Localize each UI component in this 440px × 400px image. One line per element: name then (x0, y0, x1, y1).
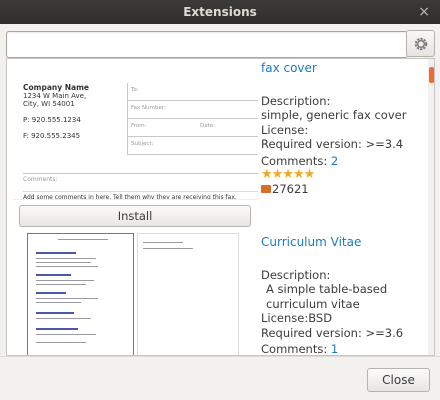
description-text: simple, generic fax cover (261, 108, 407, 122)
extension-info-fax-cover: fax cover Description: simple, generic f… (261, 61, 421, 197)
required-version: Required version: >=3.6 (261, 325, 404, 340)
extensions-list[interactable]: Company Name 1234 W Main Ave, City, WI 5… (6, 58, 435, 356)
footer-divider (0, 356, 440, 357)
download-icon (261, 185, 271, 194)
settings-button[interactable] (406, 30, 435, 57)
search-input[interactable] (6, 31, 408, 58)
rating-stars: ★★★★★ (261, 167, 315, 182)
comments-count-link[interactable]: 2 (331, 154, 338, 168)
license-label: License:BSD (261, 311, 333, 325)
cv-preview-page-2 (137, 233, 239, 355)
download-count: 27621 (272, 182, 309, 196)
preview-message: Add some comments in here. Tell them why… (23, 191, 258, 199)
extension-name-link[interactable]: Curriculum Vitae (261, 235, 421, 250)
fax-cover-preview: Company Name 1234 W Main Ave, City, WI 5… (13, 59, 258, 200)
description-text: A simple table-based curriculum vitae (266, 282, 388, 311)
license-label: License: (261, 122, 309, 137)
title-bar: Extensions × (0, 0, 440, 24)
list-scrollbar[interactable] (428, 59, 434, 355)
scrollbar-thumb[interactable] (429, 67, 434, 83)
comments-row: Comments: 1 (261, 342, 339, 356)
extension-name-link[interactable]: fax cover (261, 61, 421, 76)
required-version: Required version: >=3.4 (261, 137, 404, 151)
comments-count-link[interactable]: 1 (331, 342, 338, 355)
description-label: Description: (261, 93, 331, 108)
comments-row: Comments: 2 (261, 153, 339, 168)
install-button[interactable]: Install (19, 205, 251, 227)
downloads-row: 27621 (261, 182, 421, 197)
close-button[interactable]: Close (367, 368, 430, 392)
preview-fax-fields: To: Fax Number: From: Date: Subject: (127, 83, 258, 155)
extension-info-curriculum-vitae: Curriculum Vitae Description: A simple t… (261, 235, 421, 356)
window-close-icon[interactable]: × (418, 0, 430, 24)
window-title: Extensions (183, 5, 257, 19)
cv-preview-page-1 (27, 233, 134, 355)
preview-comments-label: Comments: (23, 173, 258, 183)
description-label: Description: (261, 267, 331, 282)
gear-icon (414, 37, 427, 50)
